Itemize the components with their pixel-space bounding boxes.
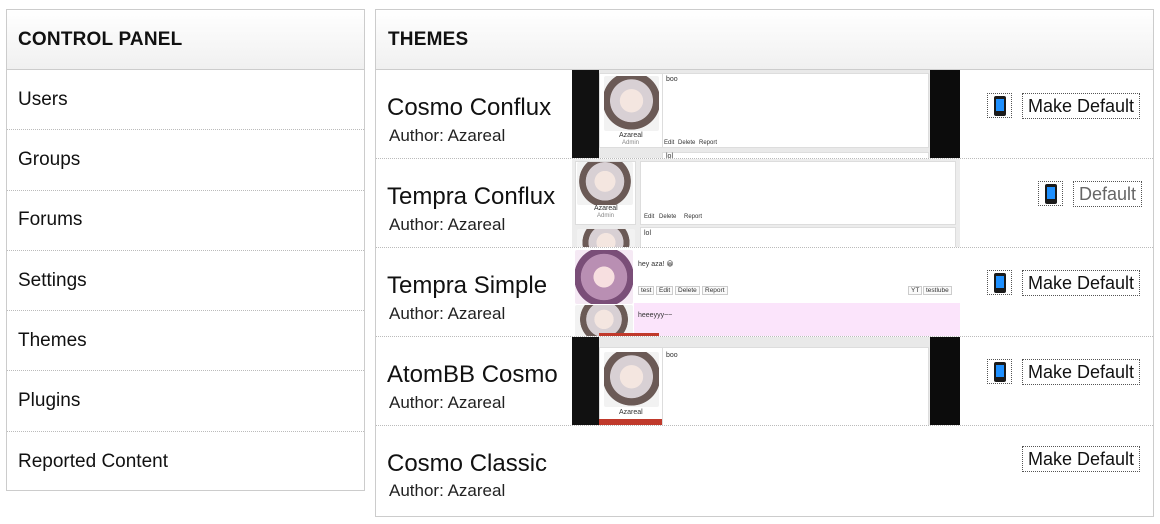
avatar <box>575 250 633 304</box>
preview-action-edit: Edit <box>656 286 674 295</box>
mobile-phone-icon[interactable] <box>987 93 1012 118</box>
make-default-button[interactable]: Make Default <box>1022 93 1141 119</box>
avatar <box>577 162 633 205</box>
avatar <box>604 76 659 131</box>
theme-row-tempra-conflux: Azareal Admin Edit Delete Report lol Tem… <box>376 159 1153 248</box>
make-default-button[interactable]: Make Default <box>1022 446 1141 472</box>
sidebar-item-settings[interactable]: Settings <box>7 251 364 312</box>
theme-preview-image: Azareal boo <box>572 337 960 425</box>
themes-title: THEMES <box>376 10 1153 70</box>
preview-action-testlube: testlube <box>923 286 952 295</box>
make-default-button[interactable]: Make Default <box>1022 270 1141 296</box>
sidebar-item-forums[interactable]: Forums <box>7 191 364 251</box>
preview-action-delete: Delete <box>659 214 677 220</box>
mobile-phone-icon[interactable] <box>987 359 1012 384</box>
sidebar-item-reported-content[interactable]: Reported Content <box>7 432 364 492</box>
preview-post-card <box>662 73 929 148</box>
preview-role-bar <box>599 419 663 425</box>
theme-row-tempra-simple: hey aza! 😀 test Edit Delete Report YT te… <box>376 248 1153 337</box>
preview-next-post-text: heeeyyy~~ <box>638 312 673 319</box>
preview-action-delete: Delete <box>675 286 700 295</box>
theme-name: Cosmo Conflux <box>387 94 552 121</box>
preview-action-delete: Delete <box>678 140 696 146</box>
control-panel-sidebar: CONTROL PANEL Users Groups Forums Settin… <box>6 9 365 491</box>
theme-author: Author: Azareal <box>389 393 506 412</box>
theme-preview-image: Azareal Admin Edit Delete Report lol <box>572 159 960 247</box>
preview-next-post <box>640 227 956 247</box>
sidebar-item-plugins[interactable]: Plugins <box>7 371 364 432</box>
preview-background <box>572 70 599 158</box>
theme-name: AtomBB Cosmo <box>387 361 558 388</box>
preview-role: Admin <box>622 140 640 146</box>
preview-action-edit: Edit <box>664 140 675 146</box>
preview-action-yt: YT <box>908 286 923 295</box>
sidebar-item-users[interactable]: Users <box>7 70 364 131</box>
preview-next-post-text: lol <box>644 230 652 237</box>
sidebar-item-groups[interactable]: Groups <box>7 130 364 191</box>
make-default-button[interactable]: Make Default <box>1022 359 1141 385</box>
preview-background <box>572 337 599 425</box>
preview-post-text: boo <box>666 76 678 83</box>
preview-post-text: boo <box>666 352 678 359</box>
mobile-phone-icon[interactable] <box>1038 181 1063 206</box>
preview-action-report: Report <box>684 214 703 220</box>
preview-username: Azareal <box>619 132 643 139</box>
avatar <box>604 352 659 407</box>
preview-action-report: Report <box>702 286 728 295</box>
control-panel-title: CONTROL PANEL <box>7 10 364 70</box>
theme-preview-image: Azareal Admin boo Edit Delete Report lol <box>572 70 960 158</box>
preview-role: Admin <box>597 213 615 219</box>
mobile-phone-icon[interactable] <box>987 270 1012 295</box>
theme-row-atombb-cosmo: Azareal boo AtomBB Cosmo Author: Azareal… <box>376 337 1153 426</box>
theme-row-cosmo-conflux: Azareal Admin boo Edit Delete Report lol… <box>376 70 1153 159</box>
avatar <box>577 229 635 247</box>
theme-preview-image: hey aza! 😀 test Edit Delete Report YT te… <box>572 248 960 336</box>
preview-action-report: Report <box>699 140 718 146</box>
theme-row-cosmo-classic: Cosmo Classic Author: Azareal Make Defau… <box>376 426 1153 515</box>
theme-name: Cosmo Classic <box>387 450 548 477</box>
theme-name: Tempra Conflux <box>387 183 556 210</box>
preview-action-test: test <box>638 286 655 295</box>
theme-author: Author: Azareal <box>389 215 506 234</box>
preview-post-text: hey aza! 😀 <box>638 261 674 268</box>
themes-panel: THEMES Azareal Admin boo Edit Delete Rep… <box>375 9 1154 517</box>
preview-next-post <box>662 152 929 158</box>
preview-post-card <box>662 347 929 425</box>
sidebar-item-themes[interactable]: Themes <box>7 311 364 372</box>
preview-next-post <box>634 303 960 336</box>
theme-author: Author: Azareal <box>389 304 506 323</box>
preview-background <box>930 337 960 425</box>
preview-username: Azareal <box>619 409 643 416</box>
theme-author: Author: Azareal <box>389 481 506 500</box>
preview-username: Azareal <box>594 205 618 212</box>
theme-name: Tempra Simple <box>387 272 548 299</box>
preview-background <box>930 70 960 158</box>
theme-author: Author: Azareal <box>389 126 506 145</box>
preview-action-edit: Edit <box>644 214 655 220</box>
default-button[interactable]: Default <box>1073 181 1143 207</box>
